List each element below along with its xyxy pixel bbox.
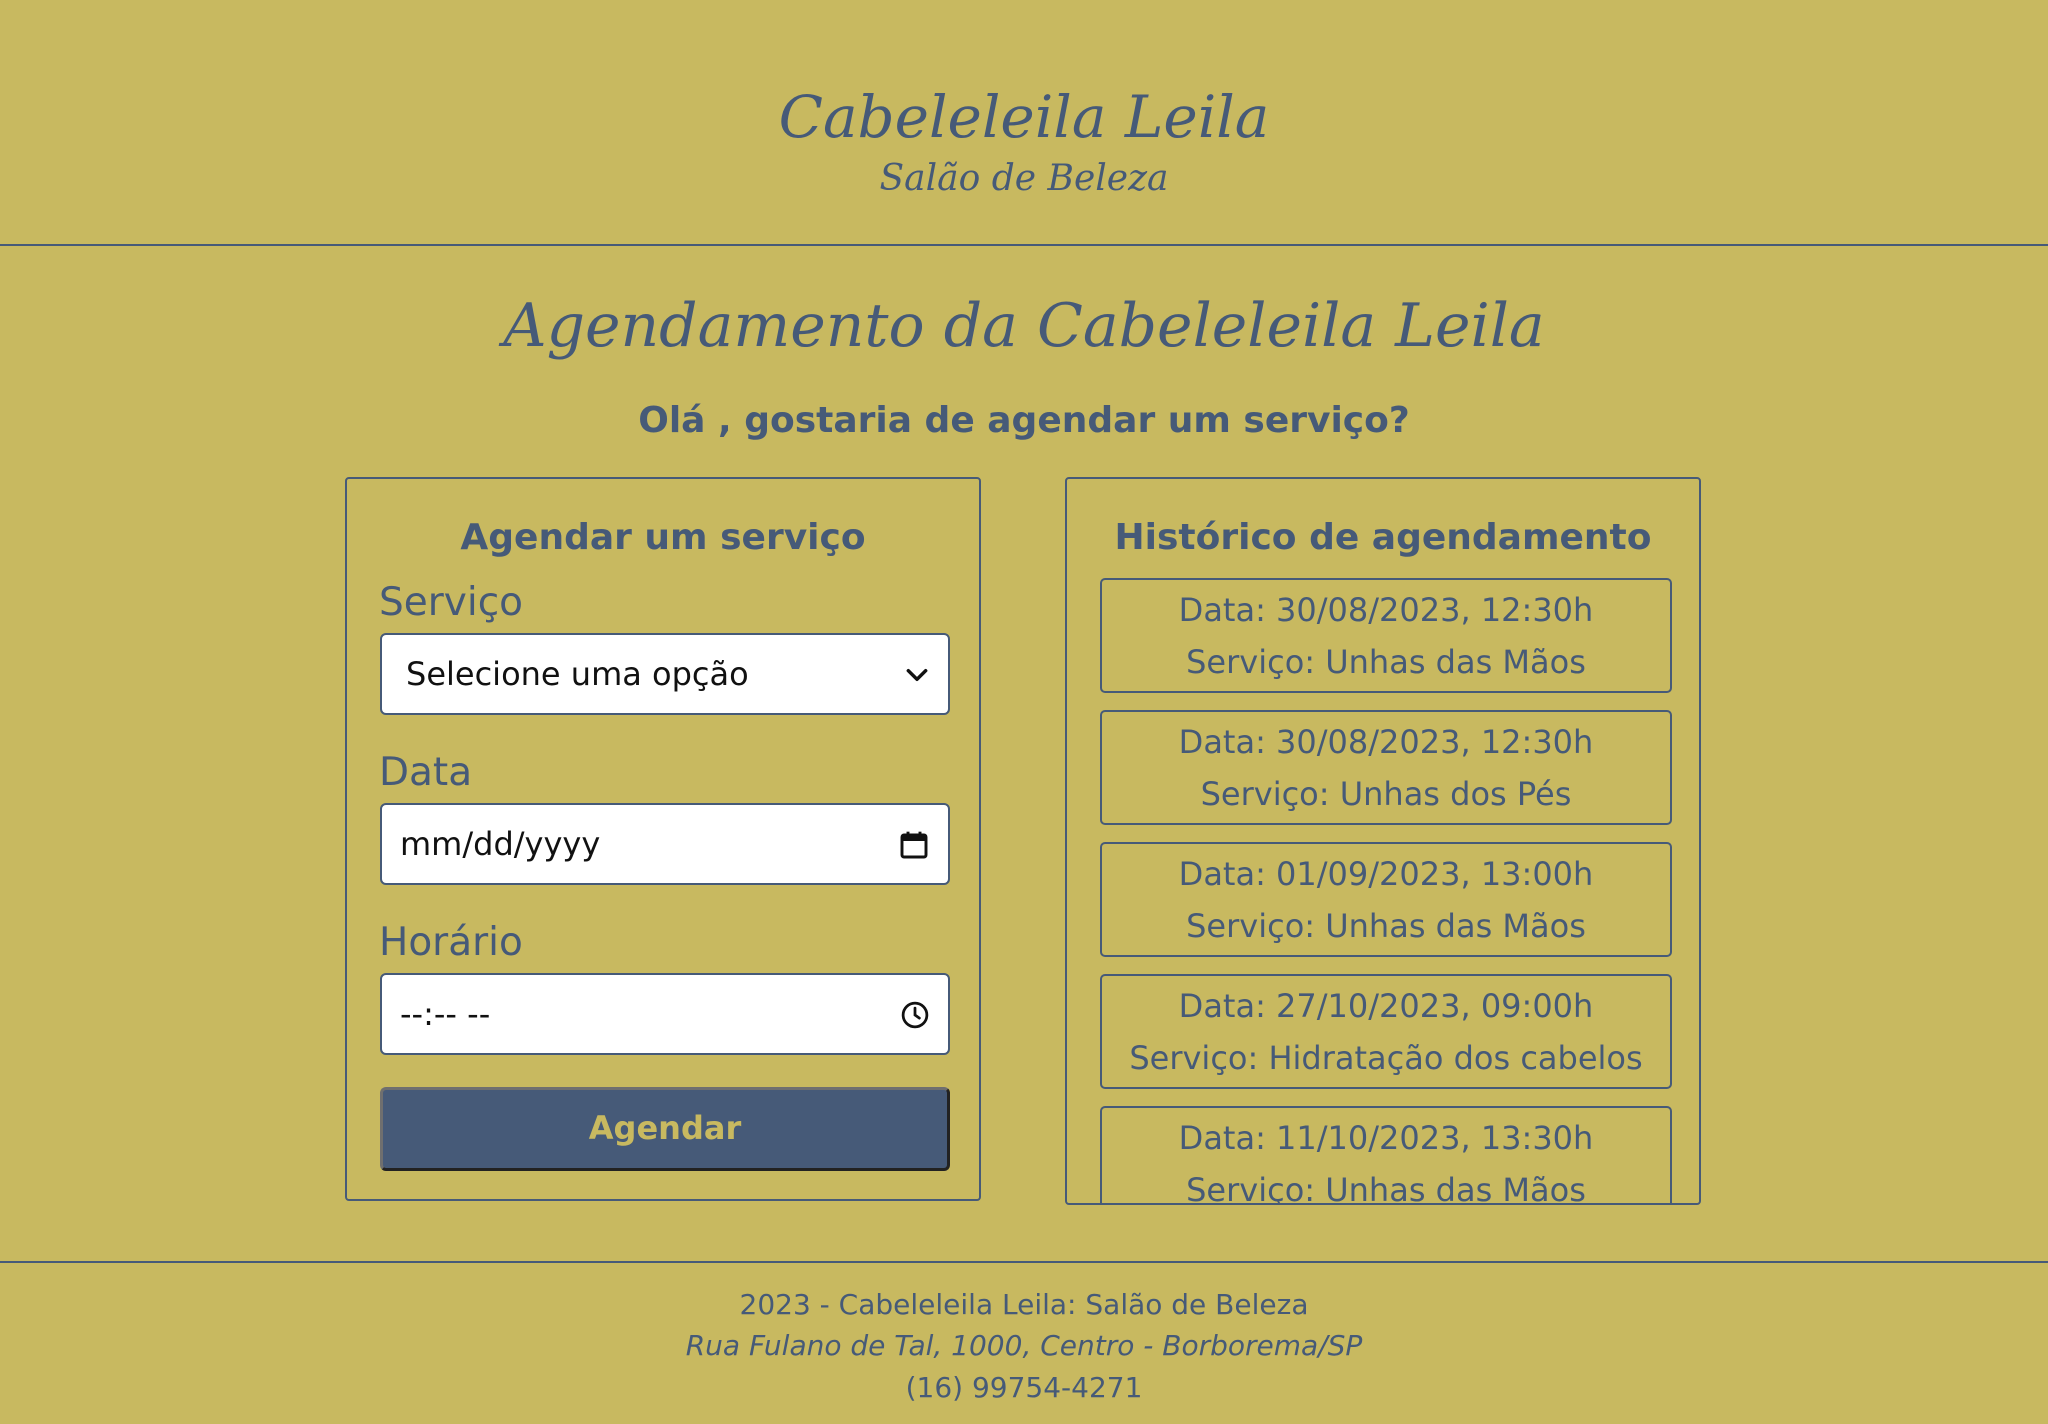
history-item: Data: 01/09/2023, 13:00h Serviço: Unhas …	[1100, 842, 1672, 957]
history-panel: Histórico de agendamento Data: 30/08/202…	[1065, 477, 1701, 1205]
footer-copyright: 2023 - Cabeleleila Leila: Salão de Belez…	[739, 1288, 1309, 1321]
service-select-value: Selecione uma opção	[406, 655, 749, 693]
footer-address: Rua Fulano de Tal, 1000, Centro - Borbor…	[685, 1329, 1363, 1362]
history-item-service: Serviço: Unhas das Mãos	[1186, 907, 1586, 945]
history-item: Data: 11/10/2023, 13:30h Serviço: Unhas …	[1100, 1106, 1672, 1205]
history-heading: Histórico de agendamento	[1114, 517, 1652, 558]
history-item-service: Serviço: Unhas dos Pés	[1200, 775, 1572, 813]
history-item-service: Serviço: Unhas das Mãos	[1186, 643, 1586, 681]
history-item-date: Data: 30/08/2023, 12:30h	[1178, 591, 1594, 629]
history-item-date: Data: 27/10/2023, 09:00h	[1178, 987, 1594, 1025]
date-input-placeholder: mm/dd/yyyy	[400, 825, 601, 863]
history-item-date: Data: 30/08/2023, 12:30h	[1178, 723, 1594, 761]
history-item-service: Serviço: Hidratação dos cabelos	[1129, 1039, 1643, 1077]
service-select[interactable]: Selecione uma opção	[380, 633, 950, 715]
greeting-text: Olá , gostaria de agendar um serviço?	[638, 400, 1410, 441]
date-label: Data	[379, 750, 473, 795]
history-item: Data: 30/08/2023, 12:30h Serviço: Unhas …	[1100, 710, 1672, 825]
service-label: Serviço	[379, 580, 524, 625]
footer-phone: (16) 99754-4271	[905, 1371, 1143, 1404]
history-item: Data: 27/10/2023, 09:00h Serviço: Hidrat…	[1100, 974, 1672, 1089]
history-item: Data: 30/08/2023, 12:30h Serviço: Unhas …	[1100, 578, 1672, 693]
history-item-date: Data: 01/09/2023, 13:00h	[1178, 855, 1594, 893]
calendar-icon[interactable]	[898, 829, 930, 861]
site-header: Cabeleleila Leila Salão de Beleza	[0, 0, 2048, 246]
chevron-down-icon	[906, 668, 928, 682]
site-footer: 2023 - Cabeleleila Leila: Salão de Belez…	[0, 1261, 2048, 1424]
time-input[interactable]: --:-- --	[380, 973, 950, 1055]
history-item-service: Serviço: Unhas das Mãos	[1186, 1171, 1586, 1205]
time-label: Horário	[379, 920, 523, 965]
brand-title: Cabeleleila Leila	[778, 83, 1270, 151]
brand-subtitle: Salão de Beleza	[879, 158, 1169, 199]
agendar-button[interactable]: Agendar	[380, 1087, 950, 1171]
history-item-date: Data: 11/10/2023, 13:30h	[1178, 1119, 1594, 1157]
schedule-form-panel: Agendar um serviço Serviço Selecione uma…	[345, 477, 981, 1201]
time-input-placeholder: --:-- --	[400, 995, 491, 1033]
schedule-form-heading: Agendar um serviço	[460, 517, 866, 558]
page-title: Agendamento da Cabeleleila Leila	[503, 291, 1545, 361]
date-input[interactable]: mm/dd/yyyy	[380, 803, 950, 885]
clock-icon[interactable]	[900, 1000, 930, 1030]
